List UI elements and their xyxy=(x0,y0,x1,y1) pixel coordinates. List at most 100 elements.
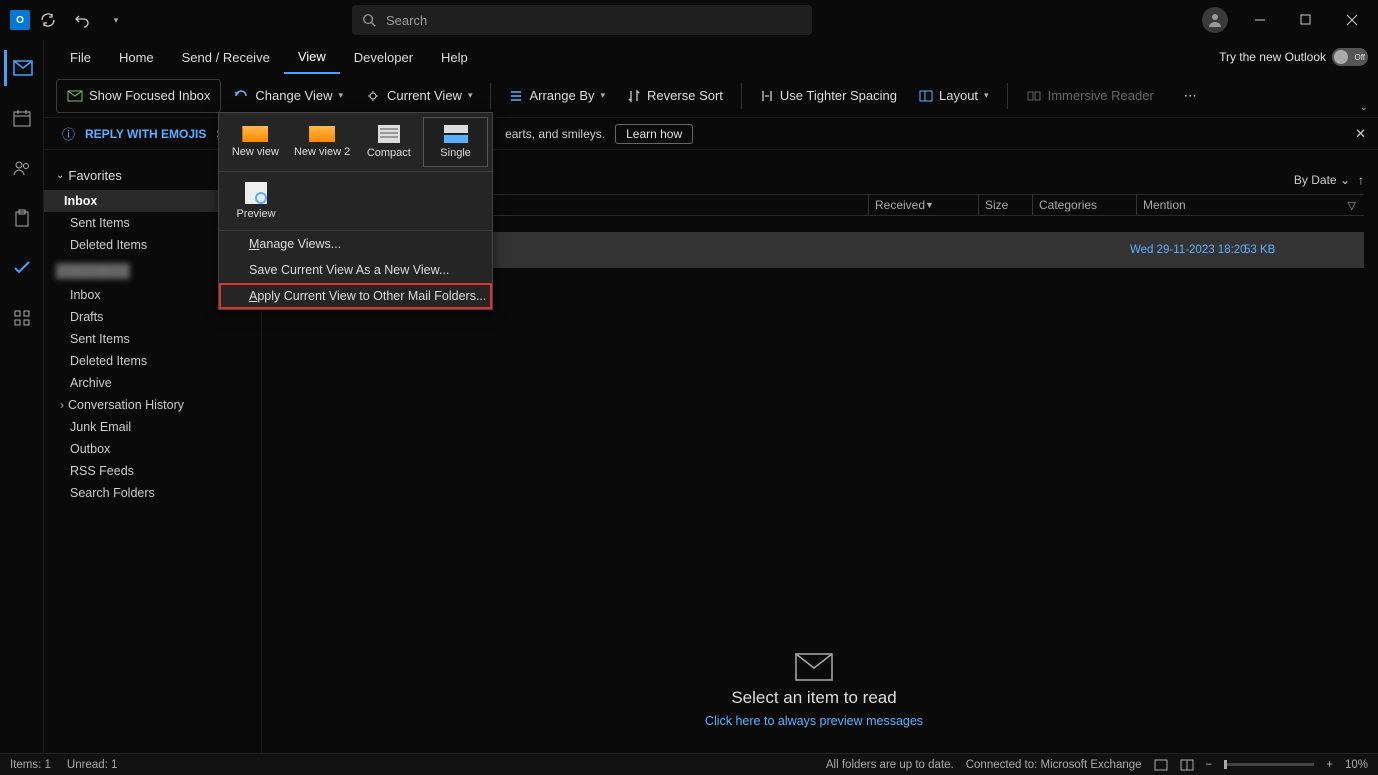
view-reading-icon[interactable] xyxy=(1180,759,1194,771)
msg-size: 53 KB xyxy=(1244,244,1275,256)
ribbon-more-button[interactable]: ⋯ xyxy=(1172,88,1209,104)
ribbon-expand-icon[interactable]: ⌄ xyxy=(1360,102,1368,113)
preview-icon xyxy=(245,182,267,204)
change-view-dropdown: New view New view 2 Compact Single Previ… xyxy=(218,112,493,310)
apps-rail-icon[interactable] xyxy=(4,300,40,336)
current-view-button[interactable]: Current View▾ xyxy=(355,79,482,113)
separator xyxy=(490,83,491,109)
compact-icon xyxy=(378,125,400,143)
col-mention[interactable]: Mention▽ xyxy=(1136,195,1364,215)
folder-conversation-history[interactable]: Conversation History xyxy=(44,394,261,416)
info-text-suffix: earts, and smileys. xyxy=(505,127,605,141)
ribbon-toolbar: Show Focused Inbox Change View▾ Current … xyxy=(0,74,1378,118)
spacing-icon xyxy=(760,89,774,103)
view-preview[interactable]: Preview xyxy=(223,176,289,226)
separator xyxy=(1007,83,1008,109)
col-size[interactable]: Size xyxy=(978,195,1032,215)
zoom-in[interactable]: + xyxy=(1326,759,1333,771)
title-bar: O ▾ Search xyxy=(0,0,1378,40)
qat-customize-icon[interactable]: ▾ xyxy=(100,4,132,36)
tighter-spacing-button[interactable]: Use Tighter Spacing xyxy=(750,79,907,113)
sort-by-date[interactable]: By Date ⌄ xyxy=(1294,173,1350,187)
arrange-by-button[interactable]: Arrange By▾ xyxy=(499,79,615,113)
tab-send-receive[interactable]: Send / Receive xyxy=(168,42,284,73)
try-outlook-toggle[interactable]: Off xyxy=(1332,48,1368,66)
maximize-button[interactable] xyxy=(1284,4,1328,36)
zoom-out[interactable]: − xyxy=(1206,759,1213,771)
folder-sent[interactable]: Sent Items xyxy=(44,328,261,350)
immersive-reader-button: Immersive Reader xyxy=(1016,79,1164,113)
folder-rss[interactable]: RSS Feeds xyxy=(44,460,261,482)
status-uptodate: All folders are up to date. xyxy=(826,759,954,771)
envelope-icon xyxy=(794,652,834,682)
sort-icon xyxy=(627,89,641,103)
ribbon-tabs: File Home Send / Receive View Developer … xyxy=(0,40,1378,74)
zoom-percent: 10% xyxy=(1345,759,1368,771)
reverse-sort-button[interactable]: Reverse Sort xyxy=(617,79,733,113)
status-items: Items: 1 xyxy=(10,759,51,771)
view-compact[interactable]: Compact xyxy=(356,117,421,167)
view-single[interactable]: Single xyxy=(423,117,488,167)
people-rail-icon[interactable] xyxy=(4,150,40,186)
tab-developer[interactable]: Developer xyxy=(340,42,427,73)
gear-icon xyxy=(365,89,381,103)
search-icon xyxy=(362,13,376,27)
msg-date: Wed 29-11-2023 18:20 xyxy=(1130,244,1247,256)
info-bar: ⓘ REPLY WITH EMOJIS Say w earts, and smi… xyxy=(0,118,1378,150)
outlook-logo-icon: O xyxy=(10,10,30,30)
view-new-view[interactable]: New view xyxy=(223,117,288,167)
folder-search-folders[interactable]: Search Folders xyxy=(44,482,261,504)
tab-file[interactable]: File xyxy=(56,42,105,73)
reader-icon xyxy=(1026,89,1042,103)
tasks-rail-icon[interactable] xyxy=(4,200,40,236)
folder-archive[interactable]: Archive xyxy=(44,372,261,394)
zoom-slider[interactable] xyxy=(1224,763,1314,766)
col-categories[interactable]: Categories xyxy=(1032,195,1136,215)
mail-rail-icon[interactable] xyxy=(4,50,40,86)
manage-views-item[interactable]: Manage Views... xyxy=(219,231,492,257)
todo-rail-icon[interactable] xyxy=(4,250,40,286)
try-new-outlook: Try the new Outlook Off xyxy=(1219,48,1378,66)
learn-how-button[interactable]: Learn how xyxy=(615,124,693,144)
apply-view-item[interactable]: Apply Current View to Other Mail Folders… xyxy=(219,283,492,309)
tab-help[interactable]: Help xyxy=(427,42,482,73)
folder-junk[interactable]: Junk Email xyxy=(44,416,261,438)
reading-pane-link[interactable]: Click here to always preview messages xyxy=(705,714,923,728)
tab-home[interactable]: Home xyxy=(105,42,168,73)
reading-pane: Select an item to read Click here to alw… xyxy=(264,630,1364,750)
show-focused-inbox-button[interactable]: Show Focused Inbox xyxy=(56,79,221,113)
status-bar: Items: 1 Unread: 1 All folders are up to… xyxy=(0,753,1378,775)
separator xyxy=(741,83,742,109)
info-title: REPLY WITH EMOJIS xyxy=(85,127,206,141)
sort-direction-icon[interactable]: ↑ xyxy=(1358,173,1364,187)
col-received[interactable]: Received ▼ xyxy=(868,195,978,215)
try-outlook-label: Try the new Outlook xyxy=(1219,50,1326,64)
user-avatar-icon[interactable] xyxy=(1202,7,1228,33)
arrange-icon xyxy=(509,89,523,103)
sync-icon[interactable] xyxy=(32,4,64,36)
single-icon xyxy=(444,125,468,143)
view-normal-icon[interactable] xyxy=(1154,759,1168,771)
layout-button[interactable]: Layout▾ xyxy=(909,79,999,113)
save-view-item[interactable]: Save Current View As a New View... xyxy=(219,257,492,283)
calendar-rail-icon[interactable] xyxy=(4,100,40,136)
undo-icon[interactable] xyxy=(66,4,98,36)
folder-deleted[interactable]: Deleted Items xyxy=(44,350,261,372)
change-view-icon xyxy=(233,89,249,103)
status-connected: Connected to: Microsoft Exchange xyxy=(966,759,1142,771)
minimize-button[interactable] xyxy=(1238,4,1282,36)
envelope-check-icon xyxy=(67,89,83,103)
filter-icon[interactable]: ▽ xyxy=(1348,199,1364,212)
reading-pane-title: Select an item to read xyxy=(731,688,896,708)
info-icon: ⓘ xyxy=(62,124,75,143)
close-button[interactable] xyxy=(1330,4,1374,36)
info-close-button[interactable]: ✕ xyxy=(1355,126,1366,142)
change-view-button[interactable]: Change View▾ xyxy=(223,79,353,113)
status-unread: Unread: 1 xyxy=(67,759,118,771)
tab-view[interactable]: View xyxy=(284,41,340,74)
folder-outbox[interactable]: Outbox xyxy=(44,438,261,460)
search-input[interactable]: Search xyxy=(352,5,812,35)
view-new-view-2[interactable]: New view 2 xyxy=(290,117,355,167)
left-rail xyxy=(0,40,44,755)
layout-icon xyxy=(919,89,933,103)
